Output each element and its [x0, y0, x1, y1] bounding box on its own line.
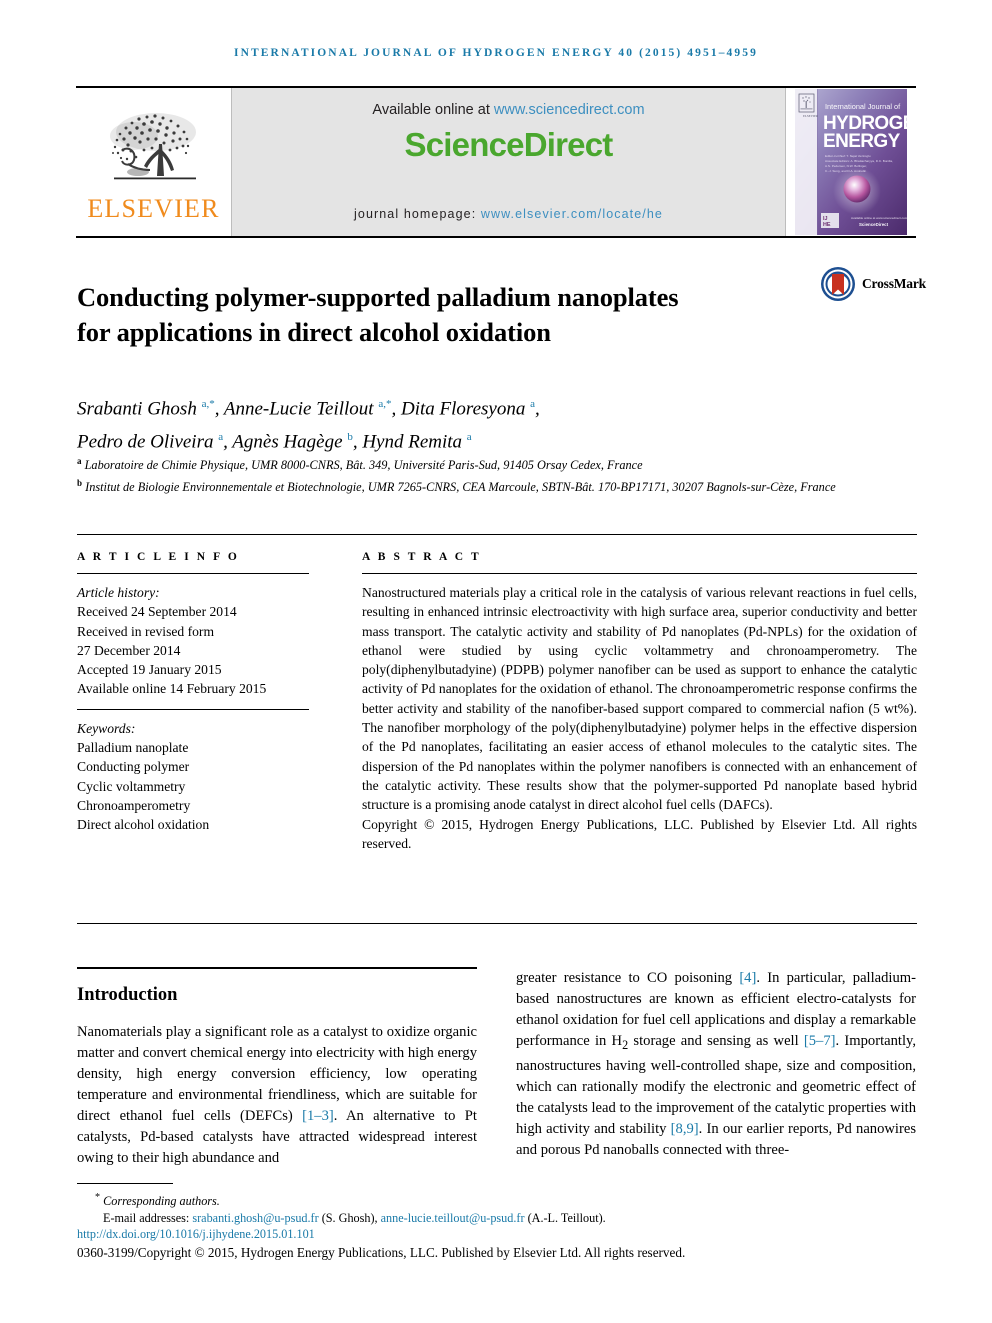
article-info-heading: A R T I C L E I N F O [77, 551, 240, 563]
affiliation-a: a Laboratoire de Chimie Physique, UMR 80… [77, 456, 643, 473]
keyword-item: Chronoamperometry [77, 797, 191, 813]
abstract-block: A B S T R A C T Nanostructured materials… [362, 551, 917, 872]
body-column-right: greater resistance to CO poisoning [4]. … [516, 968, 916, 1161]
history-item: Accepted 19 January 2015 [77, 662, 222, 678]
article-history-label: Article history: [77, 585, 160, 600]
journal-homepage-label: journal homepage: [354, 207, 481, 221]
elsevier-tree-icon [109, 113, 196, 180]
sciencedirect-logo-direct: Direct [523, 126, 614, 163]
introduction-continued: greater resistance to CO poisoning [4]. … [516, 968, 916, 1161]
history-item: 27 December 2014 [77, 642, 181, 658]
article-info-heading-rule [77, 573, 309, 574]
body-column-left: Introduction Nanomaterials play a signif… [77, 975, 477, 1169]
info-section-top-rule [77, 534, 917, 535]
journal-cover-cell: ELSEVIER International Journal of HYDROG… [786, 88, 916, 236]
keywords-label: Keywords: [77, 720, 136, 736]
right-seg-1: greater resistance to CO poisoning [516, 970, 740, 986]
affiliation-a-text: Laboratoire de Chimie Physique, UMR 8000… [84, 458, 643, 473]
affiliations: a Laboratoire de Chimie Physique, UMR 80… [77, 453, 897, 496]
svg-text:Editor-in-Chief: T. Nejat Vez: Editor-in-Chief: T. Nejat Veziroglu [825, 154, 871, 158]
crossmark-badge[interactable]: CrossMark [820, 264, 930, 304]
sciencedirect-link[interactable]: www.sciencedirect.com [494, 102, 645, 118]
svg-text:ELSEVIER: ELSEVIER [803, 114, 819, 118]
email-addresses-line: E-mail addresses: srabanti.ghosh@u-psud.… [77, 1210, 917, 1227]
email2-owner: (A.-L. Teillout). [524, 1210, 606, 1225]
email-addresses-label: E-mail addresses: [103, 1210, 193, 1225]
svg-text:ScienceDirect: ScienceDirect [859, 222, 889, 227]
citation-ref[interactable]: [8,9] [671, 1121, 699, 1137]
elsevier-logo-cell: ELSEVIER [76, 88, 232, 236]
history-item: Available online 14 February 2015 [77, 681, 267, 697]
email1-owner: (S. Ghosh), [318, 1210, 381, 1225]
footnote-rule [77, 1183, 173, 1184]
corresponding-authors-text: Corresponding authors. [103, 1194, 220, 1209]
elsevier-wordmark: ELSEVIER [87, 194, 220, 223]
running-head: INTERNATIONAL JOURNAL OF HYDROGEN ENERGY… [234, 47, 758, 59]
doi-link[interactable]: http://dx.doi.org/10.1016/j.ijhydene.201… [77, 1227, 315, 1241]
svg-text:ENERGY: ENERGY [823, 131, 901, 152]
affiliation-b-text: Institut de Biologie Environnementale et… [85, 479, 836, 494]
svg-text:Available online at www.scienc: Available online at www.sciencedirect.co… [851, 216, 907, 220]
journal-homepage-link[interactable]: www.elsevier.com/locate/he [481, 207, 663, 221]
sciencedirect-logo-science: Science [404, 126, 525, 163]
keyword-item: Direct alcohol oxidation [77, 817, 210, 833]
sciencedirect-logo[interactable]: ScienceDirect [232, 126, 785, 164]
introduction-heading: Introduction [77, 985, 178, 1005]
citation-ref[interactable]: [4] [739, 970, 756, 986]
keyword-item: Cyclic voltammetry [77, 778, 186, 794]
doi-line: http://dx.doi.org/10.1016/j.ijhydene.201… [77, 1226, 917, 1243]
svg-text:HE: HE [823, 222, 831, 228]
page-title: Conducting polymer-supported palladium n… [77, 281, 679, 347]
abstract-text: Nanostructured materials play a critical… [362, 585, 917, 813]
sciencedirect-cell: Available online at www.sciencedirect.co… [232, 88, 786, 236]
corresponding-authors-note: * Corresponding authors. [95, 1192, 220, 1209]
crossmark-label: CrossMark [862, 276, 926, 291]
available-online-label: Available online at [372, 102, 494, 118]
journal-masthead: ELSEVIER Available online at www.science… [76, 86, 916, 238]
email-link-ghosh[interactable]: srabanti.ghosh@u-psud.fr [192, 1211, 318, 1225]
author-list: Srabanti Ghosh a,*, Anne-Lucie Teillout … [77, 390, 877, 457]
info-section-bottom-rule [77, 923, 917, 924]
author-line-1: Srabanti Ghosh a,*, Anne-Lucie Teillout … [77, 398, 540, 420]
page-footer: * Corresponding authors. E-mail addresse… [77, 1190, 917, 1261]
introduction-paragraph: Nanomaterials play a significant role as… [77, 1022, 477, 1169]
svg-text:International Journal of: International Journal of [825, 102, 901, 111]
right-seg-3: storage and sensing as well [628, 1033, 804, 1049]
citation-ref[interactable]: [1–3] [302, 1108, 334, 1124]
crossmark-icon [821, 267, 855, 301]
available-online-line: Available online at www.sciencedirect.co… [232, 102, 785, 118]
email-link-teillout[interactable]: anne-lucie.teillout@u-psud.fr [381, 1211, 525, 1225]
journal-cover-image: ELSEVIER International Journal of HYDROG… [795, 89, 907, 235]
journal-article-page: INTERNATIONAL JOURNAL OF HYDROGEN ENERGY… [0, 0, 992, 1323]
abstract-heading: A B S T R A C T [362, 551, 482, 563]
keyword-item: Conducting polymer [77, 759, 190, 775]
affiliation-b: b Institut de Biologie Environnementale … [77, 477, 836, 494]
svg-text:Associate Editors: A. Bhattac: Associate Editors: A. Bhattacharyya, D.C… [825, 159, 893, 163]
author-line-2: Pedro de Oliveira a, Agnès Hagège b, Hyn… [77, 431, 472, 453]
history-item: Received in revised form [77, 623, 215, 639]
keywords-block: Keywords: Palladium nanoplate Conducting… [77, 719, 317, 835]
citation-ref[interactable]: [5–7] [804, 1033, 836, 1049]
keyword-item: Palladium nanoplate [77, 740, 189, 756]
article-history: Article history: Received 24 September 2… [77, 583, 317, 699]
abstract-heading-rule [362, 573, 917, 574]
abstract-copyright: Copyright © 2015, Hydrogen Energy Public… [362, 816, 917, 851]
keywords-rule [77, 708, 309, 710]
introduction-rule [77, 967, 477, 969]
history-item: Received 24 September 2014 [77, 604, 237, 620]
issn-copyright-line: 0360-3199/Copyright © 2015, Hydrogen Ene… [77, 1244, 686, 1260]
journal-homepage-line: journal homepage: www.elsevier.com/locat… [232, 207, 785, 221]
article-info-block: A R T I C L E I N F O Article history: R… [77, 551, 317, 835]
